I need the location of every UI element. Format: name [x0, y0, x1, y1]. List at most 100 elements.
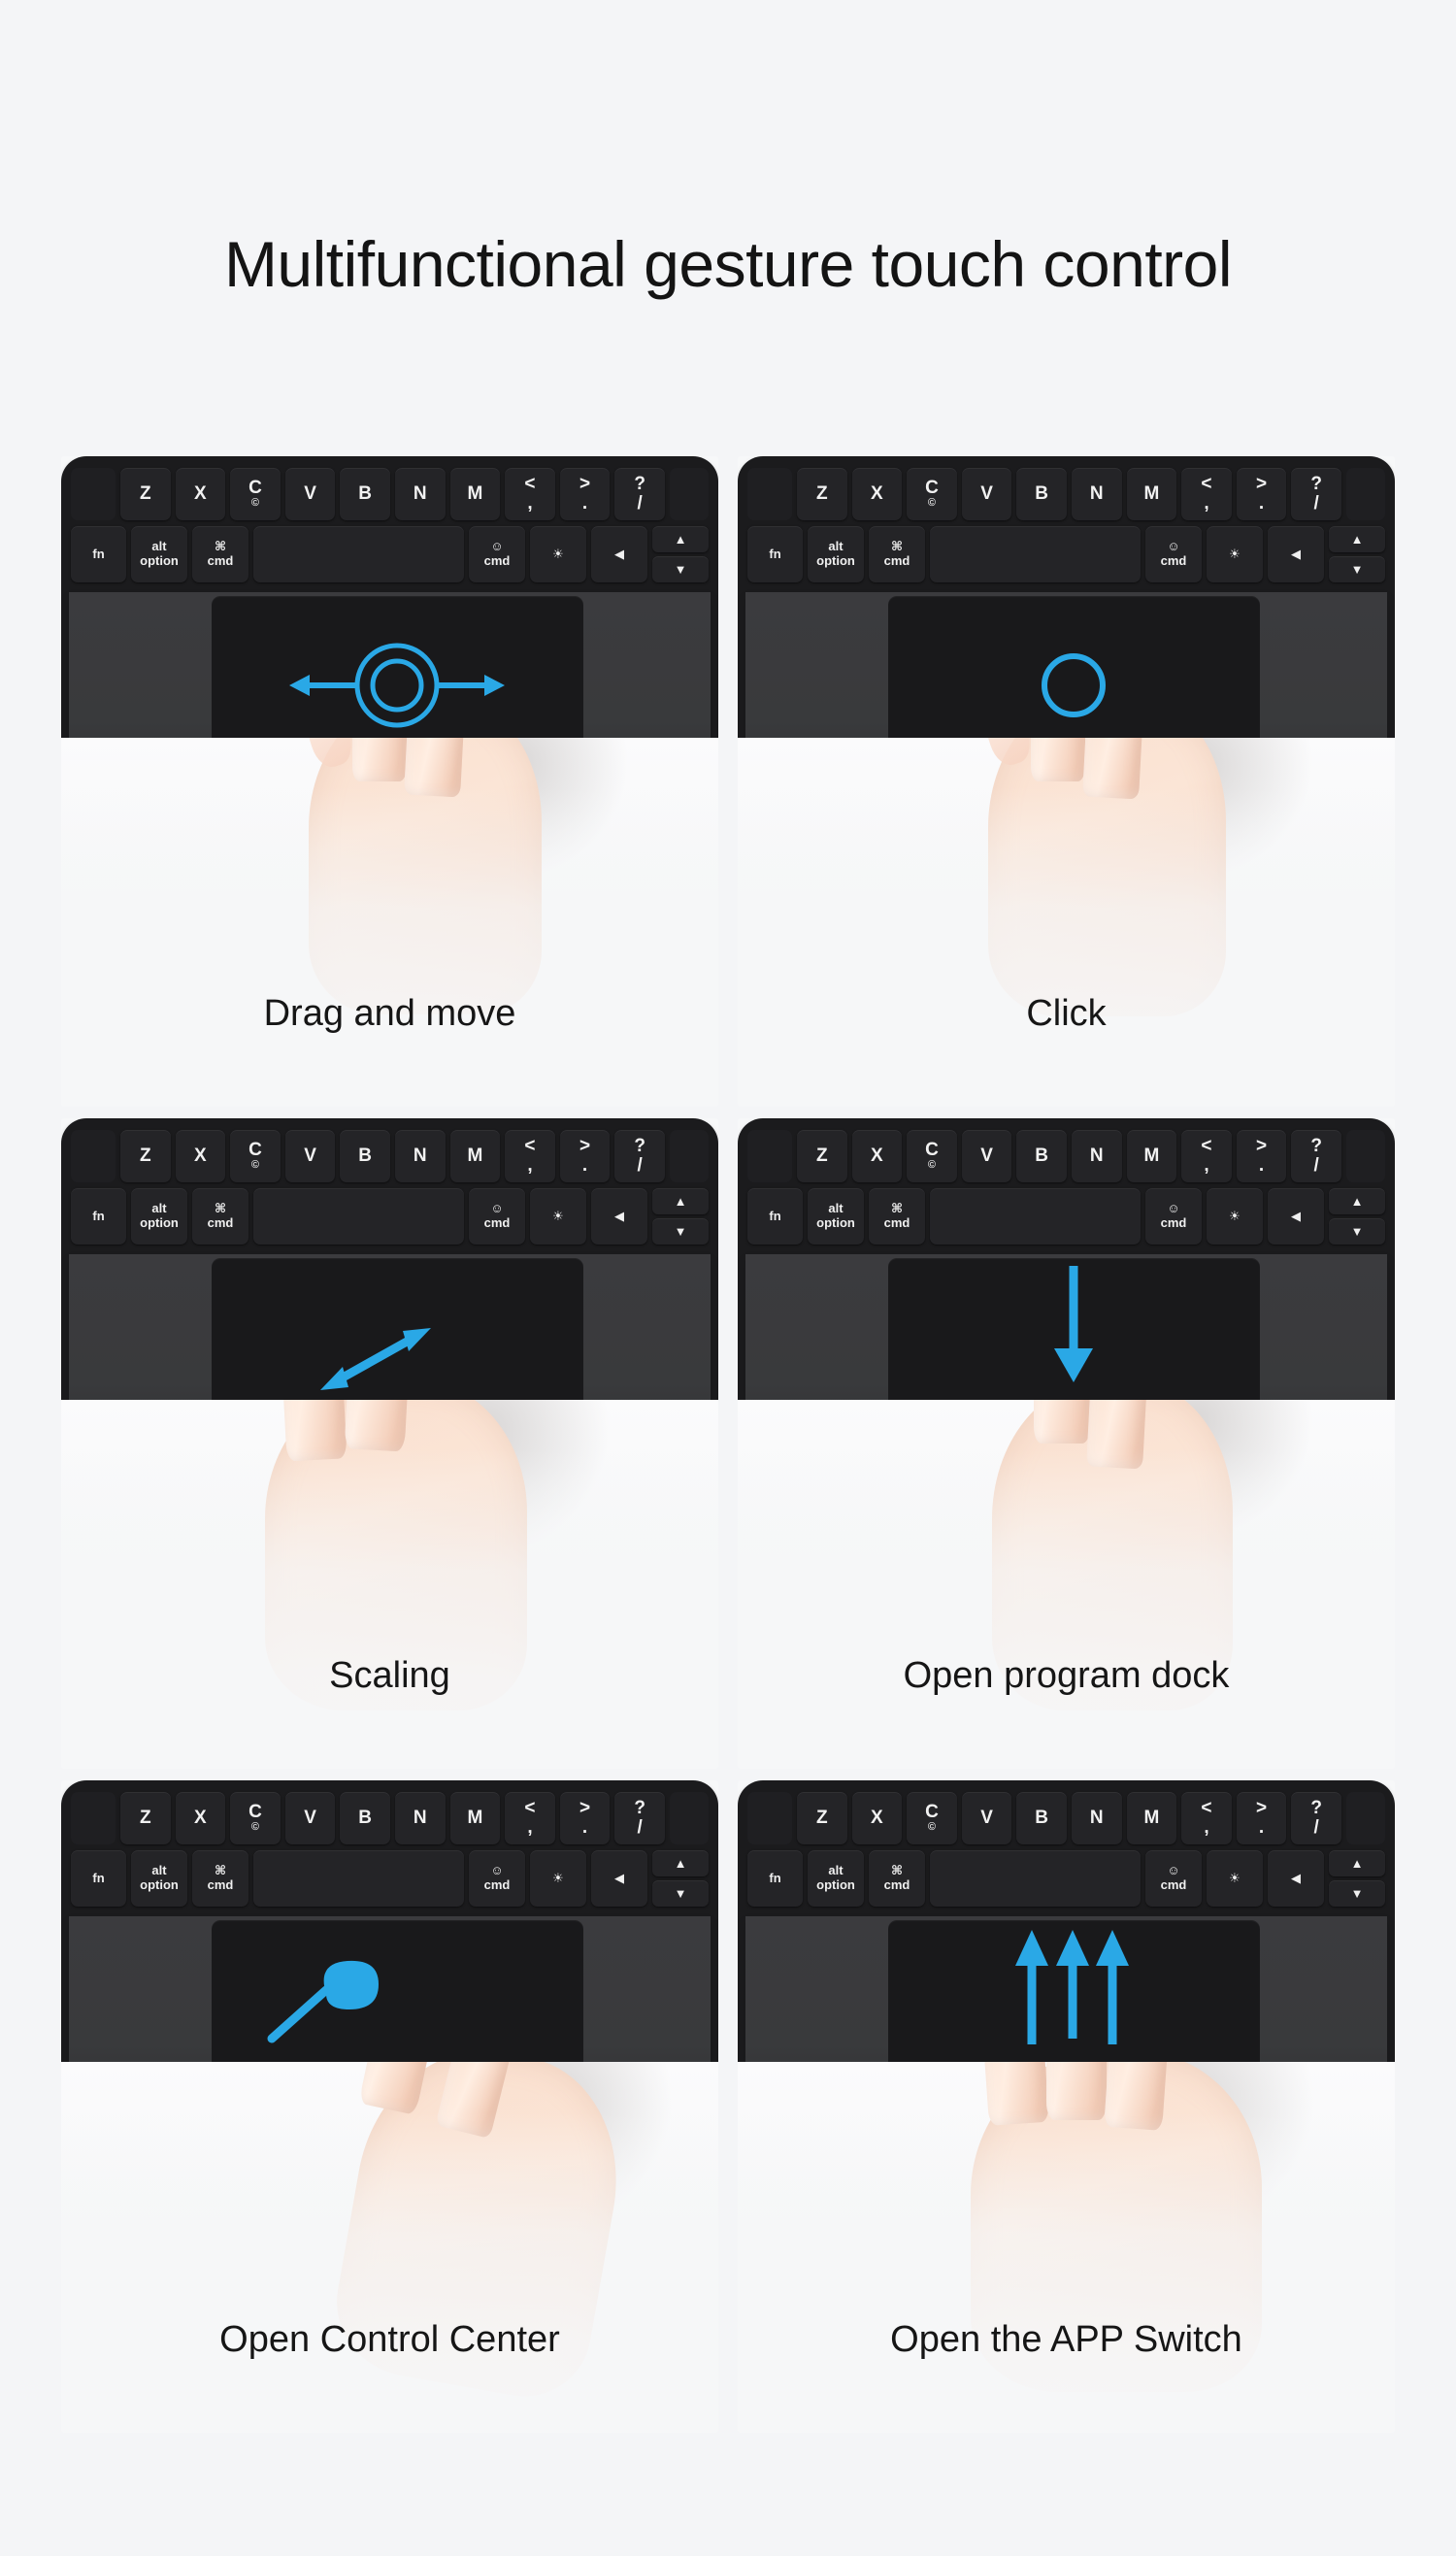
key-x[interactable]: X	[175, 1792, 226, 1844]
key-x[interactable]: X	[851, 1130, 903, 1182]
arrow-left-key[interactable]: ◀	[1268, 526, 1324, 582]
spacebar[interactable]	[253, 1850, 464, 1907]
command-right-key[interactable]: ☺ cmd	[1145, 1850, 1202, 1907]
alt-option-key[interactable]: alt option	[808, 526, 864, 582]
brightness-key[interactable]: ☀	[1207, 526, 1263, 582]
key-v[interactable]: V	[961, 468, 1012, 520]
spacebar[interactable]	[930, 526, 1141, 582]
key-c[interactable]: C ©	[230, 1792, 281, 1844]
alt-option-key[interactable]: alt option	[131, 526, 187, 582]
key-c[interactable]: C ©	[907, 1792, 957, 1844]
key-x[interactable]: X	[175, 1130, 226, 1182]
key-comma[interactable]: <,	[505, 1792, 555, 1844]
spacebar[interactable]	[253, 526, 464, 582]
key-n[interactable]: N	[1071, 1792, 1122, 1844]
key-m[interactable]: M	[449, 468, 501, 520]
key-comma[interactable]: <,	[1181, 1792, 1232, 1844]
key-c[interactable]: C ©	[907, 1130, 957, 1182]
arrow-left-key[interactable]: ◀	[591, 526, 647, 582]
key-n[interactable]: N	[1071, 1130, 1122, 1182]
key-period[interactable]: >.	[559, 468, 611, 520]
shift-right-key[interactable]	[1345, 1792, 1385, 1844]
gesture-panel-open-the-app-switch[interactable]: Z X C © V B N M <, >. ? / fn alt option ⌘ cm…	[738, 1780, 1395, 2433]
key-b[interactable]: B	[340, 1792, 390, 1844]
key-b[interactable]: B	[1016, 1792, 1067, 1844]
arrow-up-key[interactable]: ▲	[1329, 1850, 1385, 1876]
key-z[interactable]: Z	[120, 468, 171, 520]
command-right-key[interactable]: ☺ cmd	[469, 526, 525, 582]
arrow-left-key[interactable]: ◀	[1268, 1850, 1324, 1907]
arrow-up-key[interactable]: ▲	[652, 526, 709, 552]
key-slash[interactable]: ? /	[614, 1130, 665, 1182]
arrow-left-key[interactable]: ◀	[591, 1188, 647, 1245]
brightness-key[interactable]: ☀	[530, 1850, 586, 1907]
key-b[interactable]: B	[340, 468, 390, 520]
key-z[interactable]: Z	[797, 1130, 847, 1182]
key-slash[interactable]: ? /	[1291, 468, 1341, 520]
key-z[interactable]: Z	[120, 1792, 171, 1844]
key-b[interactable]: B	[340, 1130, 390, 1182]
fn-key[interactable]: fn	[747, 1850, 803, 1907]
key-c[interactable]: C ©	[230, 1130, 281, 1182]
command-right-key[interactable]: ☺ cmd	[1145, 526, 1202, 582]
key-m[interactable]: M	[1126, 468, 1177, 520]
arrow-down-key[interactable]: ▼	[1329, 1880, 1385, 1907]
key-n[interactable]: N	[394, 468, 446, 520]
key-period[interactable]: >.	[1236, 468, 1287, 520]
arrow-left-key[interactable]: ◀	[1268, 1188, 1324, 1245]
alt-option-key[interactable]: alt option	[808, 1188, 864, 1245]
key-c[interactable]: C ©	[907, 468, 957, 520]
arrow-up-key[interactable]: ▲	[652, 1850, 709, 1876]
key-x[interactable]: X	[851, 468, 903, 520]
command-left-key[interactable]: ⌘ cmd	[869, 1188, 925, 1245]
key-x[interactable]: X	[851, 1792, 903, 1844]
arrow-down-key[interactable]: ▼	[1329, 1218, 1385, 1245]
gesture-panel-open-program-dock[interactable]: Z X C © V B N M <, >. ? / fn alt option ⌘ cm…	[738, 1118, 1395, 1769]
key-slash[interactable]: ? /	[614, 1792, 665, 1844]
fn-key[interactable]: fn	[71, 1850, 126, 1907]
alt-option-key[interactable]: alt option	[131, 1850, 187, 1907]
command-left-key[interactable]: ⌘ cmd	[192, 1850, 248, 1907]
key-comma[interactable]: <,	[505, 468, 555, 520]
spacebar[interactable]	[253, 1188, 464, 1245]
shift-right-key[interactable]	[669, 468, 709, 520]
gesture-panel-scaling[interactable]: Z X C © V B N M <, >. ? / fn alt option ⌘ cm…	[61, 1118, 718, 1769]
key-v[interactable]: V	[961, 1130, 1012, 1182]
shift-right-key[interactable]	[1345, 468, 1385, 520]
brightness-key[interactable]: ☀	[530, 526, 586, 582]
fn-key[interactable]: fn	[71, 1188, 126, 1245]
arrow-down-key[interactable]: ▼	[1329, 556, 1385, 582]
fn-key[interactable]: fn	[747, 1188, 803, 1245]
key-m[interactable]: M	[449, 1130, 501, 1182]
key-period[interactable]: >.	[559, 1130, 611, 1182]
key-m[interactable]: M	[449, 1792, 501, 1844]
alt-option-key[interactable]: alt option	[131, 1188, 187, 1245]
shift-left-key[interactable]	[71, 1130, 116, 1182]
key-c[interactable]: C ©	[230, 468, 281, 520]
key-n[interactable]: N	[394, 1792, 446, 1844]
command-left-key[interactable]: ⌘ cmd	[192, 1188, 248, 1245]
spacebar[interactable]	[930, 1188, 1141, 1245]
arrow-up-key[interactable]: ▲	[1329, 526, 1385, 552]
brightness-key[interactable]: ☀	[1207, 1850, 1263, 1907]
arrow-up-key[interactable]: ▲	[1329, 1188, 1385, 1214]
key-x[interactable]: X	[175, 468, 226, 520]
key-m[interactable]: M	[1126, 1130, 1177, 1182]
key-period[interactable]: >.	[559, 1792, 611, 1844]
command-left-key[interactable]: ⌘ cmd	[869, 1850, 925, 1907]
key-v[interactable]: V	[284, 1792, 336, 1844]
shift-left-key[interactable]	[71, 468, 116, 520]
gesture-panel-click[interactable]: Z X C © V B N M <, >. ? / fn alt option ⌘ cm…	[738, 456, 1395, 1107]
arrow-down-key[interactable]: ▼	[652, 556, 709, 582]
command-left-key[interactable]: ⌘ cmd	[192, 526, 248, 582]
spacebar[interactable]	[930, 1850, 1141, 1907]
gesture-panel-open-control-center[interactable]: Z X C © V B N M <, >. ? / fn alt option ⌘ cm…	[61, 1780, 718, 2433]
command-right-key[interactable]: ☺ cmd	[469, 1850, 525, 1907]
key-comma[interactable]: <,	[1181, 1130, 1232, 1182]
arrow-up-key[interactable]: ▲	[652, 1188, 709, 1214]
brightness-key[interactable]: ☀	[1207, 1188, 1263, 1245]
gesture-panel-drag-and-move[interactable]: Z X C © V B N M <, >. ? / fn alt option ⌘ cm…	[61, 456, 718, 1107]
key-v[interactable]: V	[284, 468, 336, 520]
alt-option-key[interactable]: alt option	[808, 1850, 864, 1907]
key-slash[interactable]: ? /	[1291, 1792, 1341, 1844]
